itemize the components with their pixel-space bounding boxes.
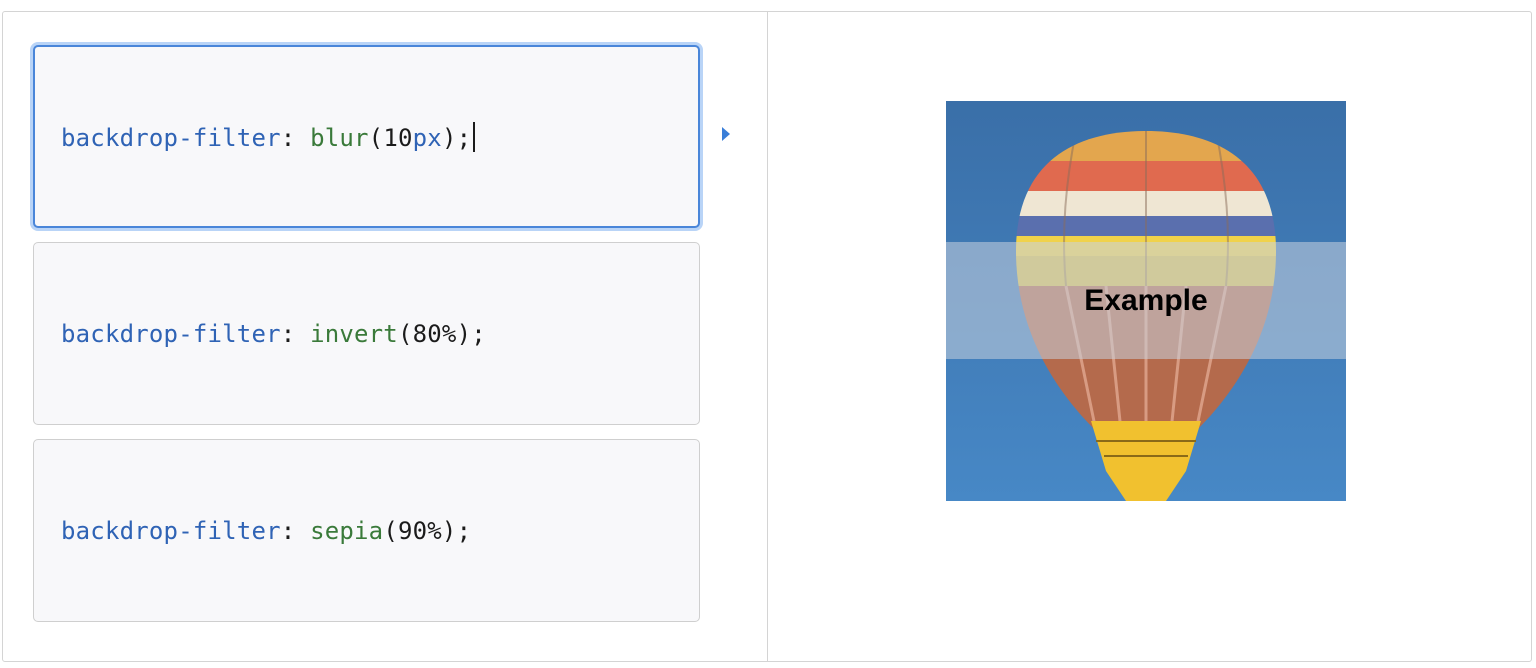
text-caret <box>473 121 476 152</box>
play-triangle-icon <box>722 127 730 141</box>
panel-divider <box>767 12 768 661</box>
css-unit: px <box>412 123 442 152</box>
paren-open: ( <box>368 123 384 152</box>
code-line[interactable]: backdrop-filter: invert(80%); <box>61 320 486 348</box>
css-function: invert <box>310 319 398 348</box>
example-label: Example <box>1084 283 1208 317</box>
example-output: Example <box>946 101 1346 501</box>
paren-open: ( <box>383 516 398 545</box>
paren-open: ( <box>397 319 413 348</box>
paren-close: ); <box>456 319 486 348</box>
choice-invert[interactable]: backdrop-filter: invert(80%); <box>33 242 700 425</box>
colon: : <box>280 123 311 152</box>
backdrop-overlay: Example <box>946 242 1346 359</box>
css-value: 90% <box>397 516 442 545</box>
css-property: backdrop-filter <box>61 123 281 152</box>
colon: : <box>280 516 311 545</box>
css-value: 80% <box>412 319 457 348</box>
choice-blur[interactable]: backdrop-filter: blur(10px); <box>33 45 700 228</box>
css-property: backdrop-filter <box>61 516 281 545</box>
code-line[interactable]: backdrop-filter: blur(10px); <box>61 121 476 152</box>
colon: : <box>280 319 311 348</box>
paren-close: ); <box>441 516 472 545</box>
choice-sepia[interactable]: backdrop-filter: sepia(90%); <box>33 439 700 622</box>
css-value: 10 <box>383 123 413 152</box>
css-property: backdrop-filter <box>61 319 281 348</box>
css-function: blur <box>310 123 369 152</box>
paren-close: ); <box>441 123 472 152</box>
css-function: sepia <box>310 516 384 545</box>
code-line[interactable]: backdrop-filter: sepia(90%); <box>61 517 471 545</box>
